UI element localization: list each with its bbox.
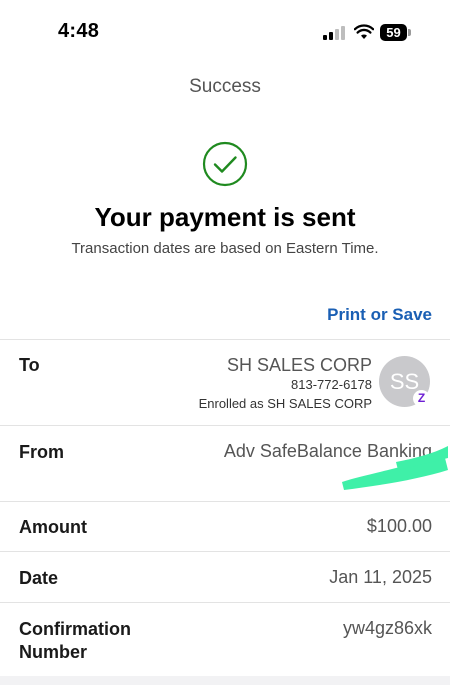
wifi-icon — [354, 24, 374, 39]
date-label: Date — [19, 568, 59, 588]
divider — [0, 339, 450, 340]
checkmark-circle-icon — [202, 141, 248, 187]
battery-icon: 59 — [380, 24, 412, 41]
status-bar: 4:48 59 — [0, 0, 450, 66]
to-label: To — [19, 355, 40, 375]
confirmation-label-line1: Confirmation — [19, 619, 131, 639]
divider — [0, 602, 450, 603]
nav-title: Success — [189, 76, 261, 97]
confirmation-label-line2: Number — [19, 642, 88, 662]
recipient-phone: 813-772-6178 — [291, 377, 372, 392]
confirmation-number-value: yw4gz86xk — [342, 618, 432, 638]
divider — [0, 425, 450, 426]
amount-value: $100.00 — [366, 516, 432, 536]
from-label: From — [19, 442, 64, 462]
redaction-mark — [342, 446, 448, 490]
zelle-icon: Z — [413, 390, 430, 407]
headline: Your payment is sent — [94, 202, 356, 232]
status-time: 4:48 — [58, 20, 100, 42]
cellular-signal-icon — [323, 26, 345, 40]
divider — [0, 501, 450, 502]
bottom-edge — [0, 676, 450, 685]
date-value: Jan 11, 2025 — [329, 567, 432, 587]
divider — [0, 551, 450, 552]
print-or-save-link[interactable]: Print or Save — [327, 305, 432, 325]
amount-label: Amount — [19, 517, 87, 537]
recipient-enrolled-as: Enrolled as SH SALES CORP — [198, 396, 372, 411]
timezone-note: Transaction dates are based on Eastern T… — [71, 240, 379, 257]
confirmation-number-label: Confirmation Number — [19, 618, 131, 664]
battery-level: 59 — [386, 25, 401, 40]
zelle-badge-letter: Z — [417, 391, 426, 405]
recipient-name: SH SALES CORP — [226, 355, 372, 375]
